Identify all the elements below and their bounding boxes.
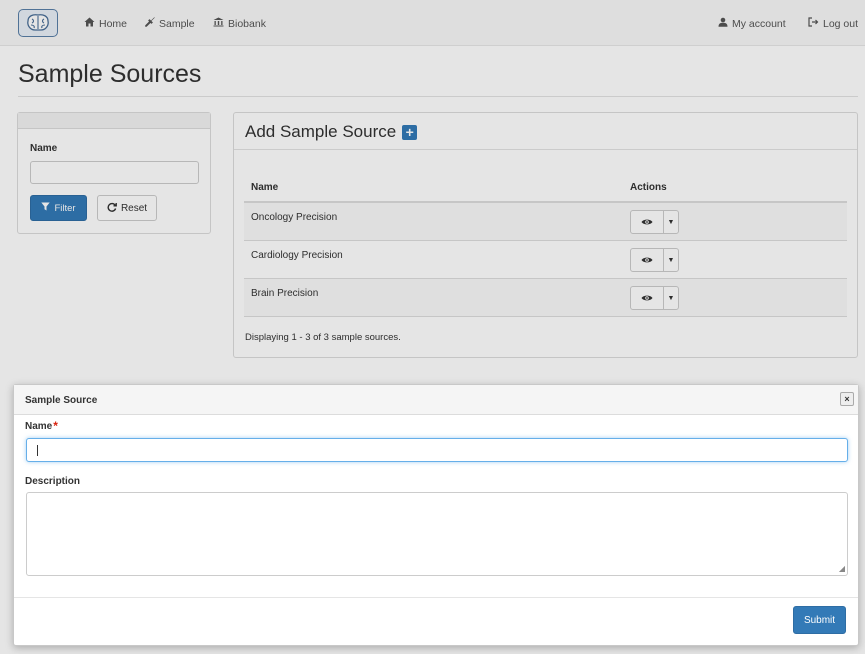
description-textarea[interactable]: ◢: [26, 492, 848, 576]
dialog-footer-divider: [14, 597, 858, 598]
required-asterisk: *: [53, 419, 58, 433]
submit-button[interactable]: Submit: [793, 606, 846, 634]
name-input[interactable]: [26, 438, 848, 462]
close-icon[interactable]: ×: [840, 392, 854, 406]
description-label: Description: [25, 476, 81, 487]
name-label: Name: [25, 421, 53, 432]
name-field-label: Name *: [25, 419, 58, 433]
text-cursor: [37, 445, 38, 456]
dialog-title: Sample Source: [25, 395, 98, 406]
sample-source-dialog: Sample Source × Name * Description ◢ Sub…: [13, 384, 859, 646]
dialog-header: Sample Source ×: [14, 385, 858, 415]
resize-handle-icon[interactable]: ◢: [839, 565, 845, 573]
